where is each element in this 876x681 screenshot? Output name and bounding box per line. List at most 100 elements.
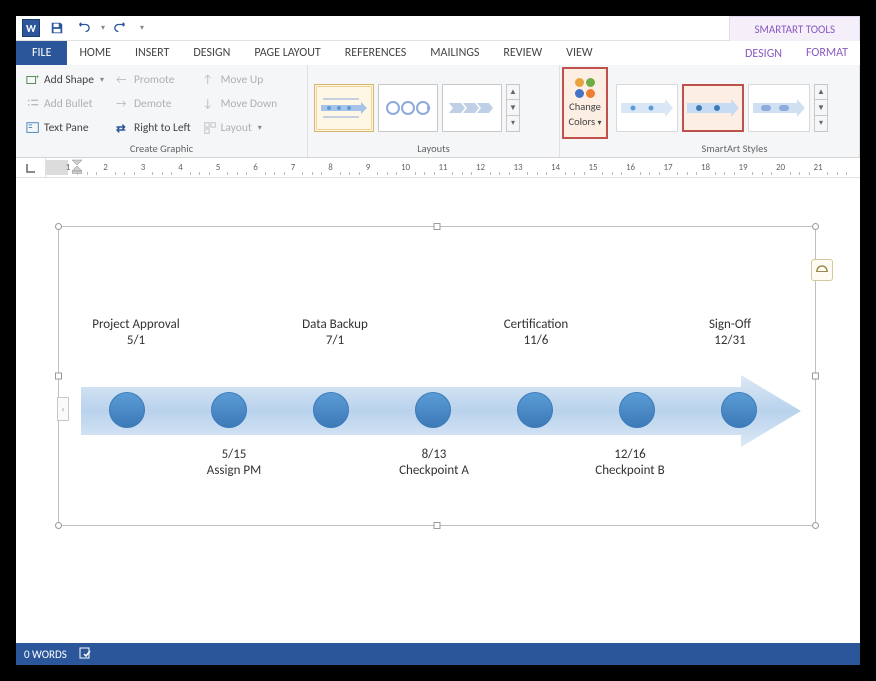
style-item-1[interactable] bbox=[616, 84, 678, 132]
resize-handle[interactable] bbox=[812, 373, 819, 380]
right-to-left-button[interactable]: ⇄ Right to Left bbox=[112, 117, 195, 139]
layout-options-icon[interactable] bbox=[811, 259, 833, 281]
redo-icon[interactable] bbox=[109, 17, 133, 39]
change-colors-button[interactable]: Change Colors ▾ bbox=[562, 67, 608, 139]
move-up-label: Move Up bbox=[221, 73, 264, 87]
layout-item-chevron[interactable] bbox=[442, 84, 502, 132]
resize-handle[interactable] bbox=[434, 522, 441, 529]
timeline-dots bbox=[109, 392, 757, 428]
resize-handle[interactable] bbox=[55, 522, 62, 529]
tab-selector[interactable] bbox=[16, 158, 46, 177]
tab-smartart-format[interactable]: FORMAT bbox=[794, 41, 860, 65]
smartart-container[interactable]: ‹ bbox=[58, 226, 816, 526]
group-create-graphic: + Add Shape Add Bullet Text Pane ← bbox=[16, 65, 308, 157]
tab-design[interactable]: DESIGN bbox=[181, 41, 242, 65]
layout-item-circles[interactable] bbox=[378, 84, 438, 132]
milestone-label[interactable]: Project Approval 5/1 bbox=[91, 317, 181, 350]
tab-references[interactable]: REFERENCES bbox=[333, 41, 419, 65]
undo-dropdown-icon[interactable] bbox=[97, 17, 107, 39]
statusbar: 0 WORDS bbox=[16, 643, 860, 665]
tab-page-layout[interactable]: PAGE LAYOUT bbox=[242, 41, 332, 65]
document-area[interactable]: ‹ bbox=[16, 178, 860, 643]
undo-icon[interactable] bbox=[71, 17, 95, 39]
layouts-gallery-scroll[interactable]: ▲ ▼ ▾ bbox=[506, 84, 520, 132]
scroll-up-icon[interactable]: ▲ bbox=[815, 85, 827, 101]
group-label-layouts: Layouts bbox=[314, 142, 553, 156]
timeline-dot[interactable] bbox=[619, 392, 655, 428]
milestone-label[interactable]: Certification 11/6 bbox=[481, 317, 591, 350]
add-shape-button[interactable]: + Add Shape bbox=[22, 69, 108, 91]
ribbon-tabs: FILE HOME INSERT DESIGN PAGE LAYOUT REFE… bbox=[16, 41, 860, 65]
resize-handle[interactable] bbox=[812, 223, 819, 230]
timeline-dot[interactable] bbox=[415, 392, 451, 428]
word-app-icon[interactable]: W bbox=[19, 17, 43, 39]
milestone-label[interactable]: Sign-Off 12/31 bbox=[685, 317, 775, 350]
text-pane-expand-tab[interactable]: ‹ bbox=[57, 397, 69, 421]
resize-handle[interactable] bbox=[812, 522, 819, 529]
move-down-label: Move Down bbox=[221, 97, 278, 111]
group-layouts: ▲ ▼ ▾ Layouts bbox=[308, 65, 560, 157]
promote-button: ← Promote bbox=[112, 69, 195, 91]
quick-access-toolbar: W bbox=[19, 17, 147, 39]
color-dots-icon bbox=[575, 78, 595, 98]
move-up-button: ↑ Move Up bbox=[199, 69, 282, 91]
resize-handle[interactable] bbox=[55, 223, 62, 230]
gallery-more-icon[interactable]: ▾ bbox=[507, 116, 519, 131]
group-styles: ▲ ▼ ▾ SmartArt Styles bbox=[610, 65, 860, 157]
timeline-dot[interactable] bbox=[313, 392, 349, 428]
add-bullet-button: Add Bullet bbox=[22, 93, 108, 115]
milestone-label[interactable]: 12/16 Checkpoint B bbox=[575, 447, 685, 480]
timeline-dot[interactable] bbox=[109, 392, 145, 428]
group-change-colors: Change Colors ▾ bbox=[560, 65, 610, 157]
layout-label: Layout bbox=[221, 121, 252, 135]
layout-item-timeline[interactable] bbox=[314, 84, 374, 132]
change-colors-label2: Colors ▾ bbox=[568, 115, 601, 128]
scroll-up-icon[interactable]: ▲ bbox=[507, 85, 519, 101]
tab-smartart-design[interactable]: DESIGN bbox=[733, 41, 794, 65]
app-window: W SMARTART TOOLS FILE HOME INSERT DESIGN… bbox=[16, 16, 860, 665]
save-icon[interactable] bbox=[45, 17, 69, 39]
text-pane-label: Text Pane bbox=[44, 121, 89, 135]
style-item-2[interactable] bbox=[682, 84, 744, 132]
group-label-create-graphic: Create Graphic bbox=[22, 142, 301, 156]
scroll-down-icon[interactable]: ▼ bbox=[815, 100, 827, 116]
demote-label: Demote bbox=[134, 97, 172, 111]
tab-home[interactable]: HOME bbox=[67, 41, 123, 65]
timeline-dot[interactable] bbox=[211, 392, 247, 428]
tab-insert[interactable]: INSERT bbox=[123, 41, 181, 65]
add-bullet-label: Add Bullet bbox=[44, 97, 92, 111]
gallery-more-icon[interactable]: ▾ bbox=[815, 116, 827, 131]
move-down-button: ↓ Move Down bbox=[199, 93, 282, 115]
resize-handle[interactable] bbox=[55, 373, 62, 380]
titlebar: W SMARTART TOOLS bbox=[16, 16, 860, 41]
demote-button: → Demote bbox=[112, 93, 195, 115]
styles-gallery-scroll[interactable]: ▲ ▼ ▾ bbox=[814, 84, 828, 132]
add-shape-label: Add Shape bbox=[44, 73, 94, 87]
tab-review[interactable]: REVIEW bbox=[491, 41, 554, 65]
contextual-tools-label: SMARTART TOOLS bbox=[729, 16, 860, 41]
ribbon: + Add Shape Add Bullet Text Pane ← bbox=[16, 65, 860, 158]
ruler: 123456789101112131415161718192021 bbox=[16, 158, 860, 178]
text-pane-button[interactable]: Text Pane bbox=[22, 117, 108, 139]
status-spellcheck-icon[interactable] bbox=[79, 646, 93, 663]
resize-handle[interactable] bbox=[434, 223, 441, 230]
milestone-label[interactable]: Data Backup 7/1 bbox=[285, 317, 385, 350]
horizontal-ruler[interactable]: 123456789101112131415161718192021 bbox=[46, 158, 860, 177]
tab-view[interactable]: VIEW bbox=[554, 41, 604, 65]
scroll-down-icon[interactable]: ▼ bbox=[507, 100, 519, 116]
right-to-left-label: Right to Left bbox=[134, 121, 191, 135]
layout-button: Layout bbox=[199, 117, 282, 139]
qat-customize-icon[interactable] bbox=[135, 17, 147, 39]
tab-mailings[interactable]: MAILINGS bbox=[418, 41, 491, 65]
tab-file[interactable]: FILE bbox=[16, 41, 67, 65]
status-word-count[interactable]: 0 WORDS bbox=[24, 648, 67, 661]
svg-text:+: + bbox=[36, 73, 40, 81]
promote-label: Promote bbox=[134, 73, 175, 87]
group-label-styles: SmartArt Styles bbox=[616, 142, 853, 156]
style-item-3[interactable] bbox=[748, 84, 810, 132]
timeline-dot[interactable] bbox=[517, 392, 553, 428]
timeline-dot[interactable] bbox=[721, 392, 757, 428]
milestone-label[interactable]: 8/13 Checkpoint A bbox=[379, 447, 489, 480]
milestone-label[interactable]: 5/15 Assign PM bbox=[189, 447, 279, 480]
page: ‹ bbox=[44, 196, 832, 606]
